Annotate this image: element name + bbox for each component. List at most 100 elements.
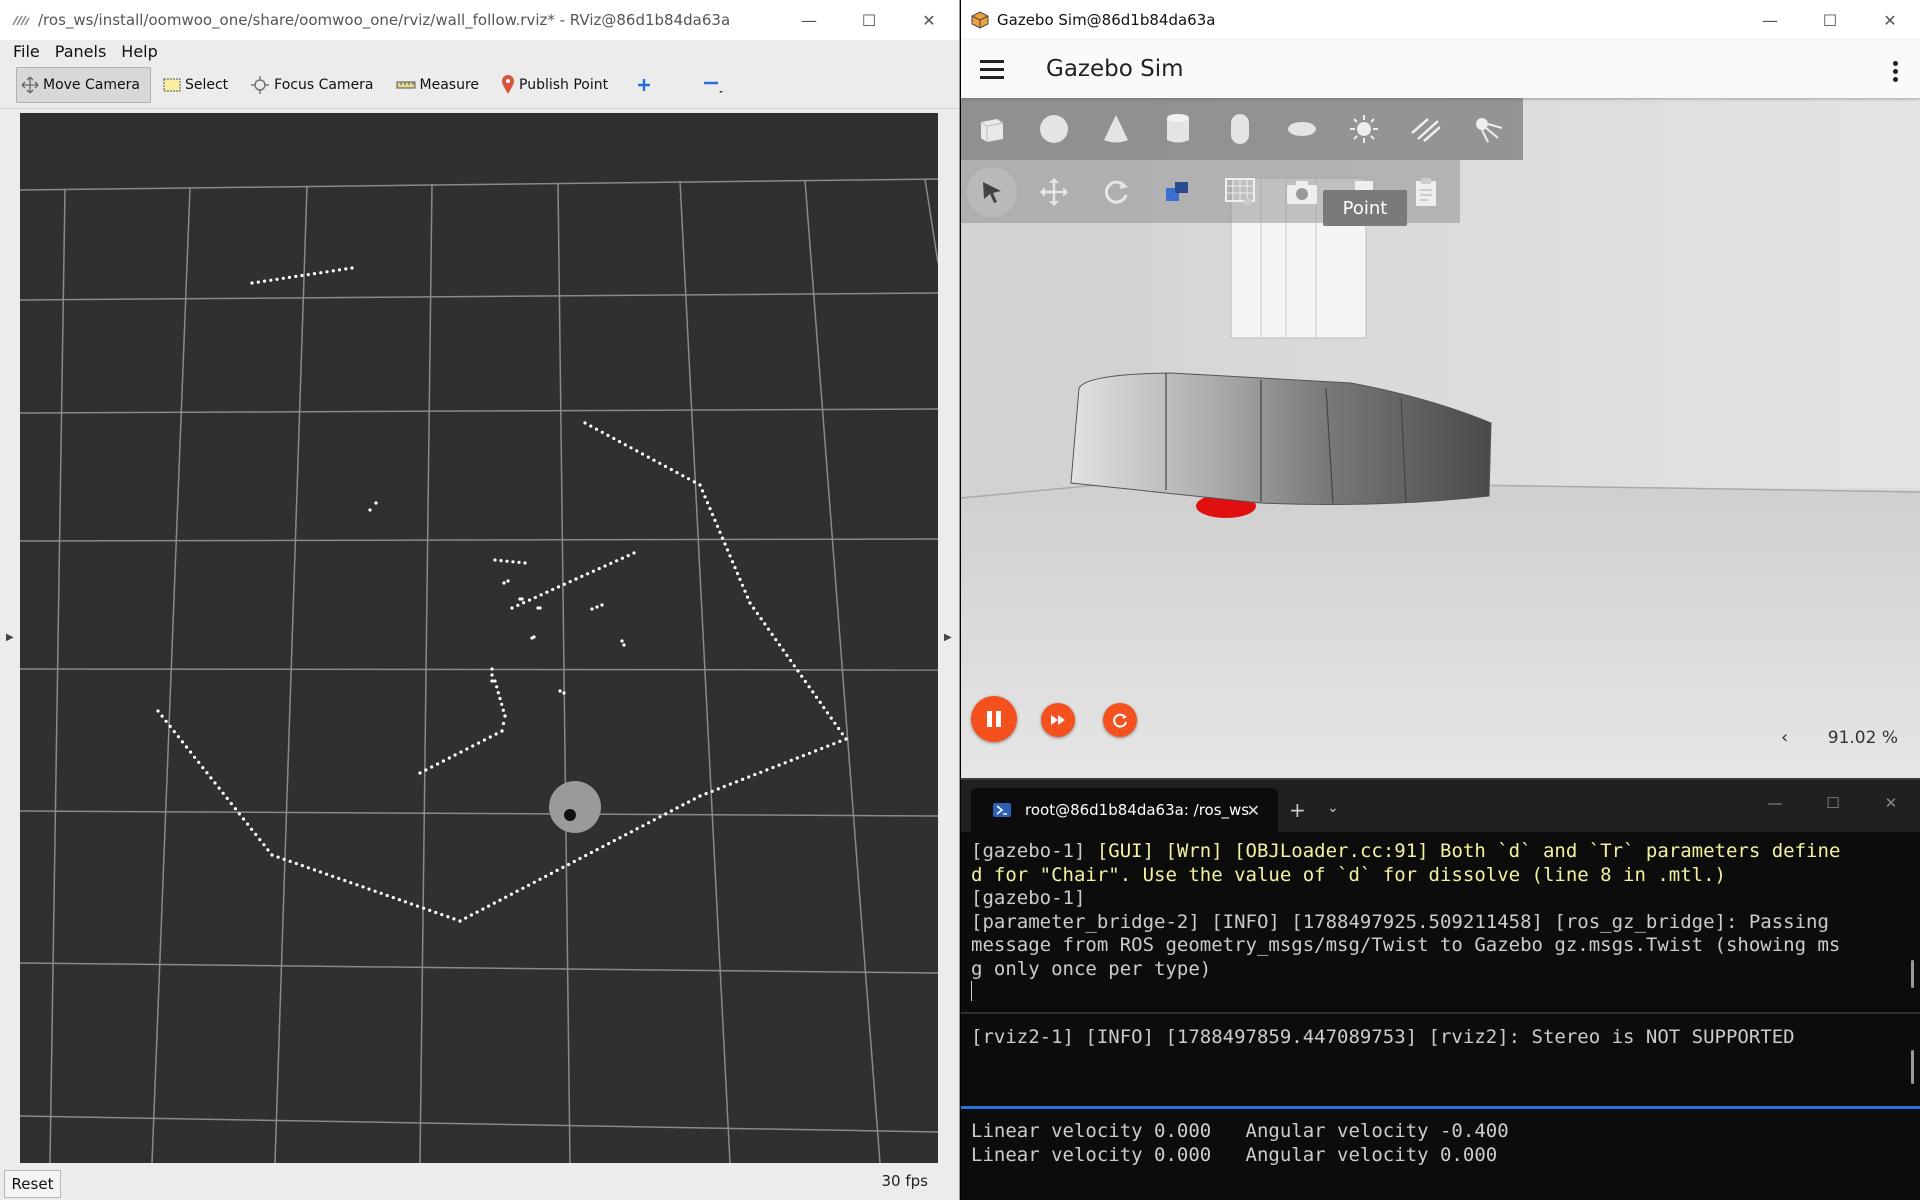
scan-point bbox=[189, 750, 193, 754]
reset-button[interactable]: Reset bbox=[4, 1170, 61, 1198]
spot-light-icon[interactable] bbox=[1457, 98, 1519, 160]
publish-point-tool[interactable]: Publish Point bbox=[497, 67, 618, 103]
terminal-close-button[interactable]: ✕ bbox=[1862, 780, 1920, 826]
scan-point bbox=[626, 554, 630, 558]
menu-help[interactable]: Help bbox=[121, 42, 157, 61]
focus-camera-tool[interactable]: Focus Camera bbox=[246, 67, 383, 103]
add-tool-button[interactable] bbox=[632, 67, 666, 103]
menu-file[interactable]: File bbox=[13, 42, 40, 61]
grid-icon[interactable] bbox=[1209, 161, 1271, 223]
scan-point bbox=[629, 830, 634, 834]
translate-icon[interactable] bbox=[1023, 161, 1085, 223]
pane-divider[interactable] bbox=[961, 1012, 1920, 1014]
terminal-pane-rviz[interactable]: [rviz2-1] [INFO] [1788497859.447089753] … bbox=[961, 1026, 1920, 1086]
scan-point bbox=[777, 643, 782, 647]
scan-point bbox=[681, 474, 685, 478]
measure-tool[interactable]: Measure bbox=[392, 67, 490, 103]
scan-point bbox=[241, 817, 246, 821]
rviz-maximize-button[interactable]: ☐ bbox=[839, 0, 899, 40]
scan-point bbox=[517, 560, 521, 564]
gazebo-close-button[interactable]: ✕ bbox=[1860, 0, 1920, 40]
more-options-icon[interactable] bbox=[1893, 58, 1898, 85]
scan-point bbox=[201, 766, 205, 770]
remove-tool-button[interactable] bbox=[698, 67, 738, 103]
terminal-tab[interactable]: root@86d1b84da63a: /ros_ws ✕ bbox=[971, 788, 1278, 832]
scan-point bbox=[368, 508, 372, 512]
scan-point bbox=[506, 579, 510, 583]
capsule-icon[interactable] bbox=[1209, 98, 1271, 160]
cone-icon[interactable] bbox=[1085, 98, 1147, 160]
measure-icon bbox=[396, 81, 416, 89]
step-forward-button[interactable] bbox=[1041, 703, 1075, 737]
scan-point bbox=[522, 601, 526, 605]
terminal-pane-teleop[interactable]: Linear velocity 0.000 Angular velocity -… bbox=[961, 1120, 1920, 1180]
ellipsoid-icon[interactable] bbox=[1271, 98, 1333, 160]
scan-point bbox=[409, 902, 414, 906]
select-mode-icon[interactable] bbox=[967, 166, 1017, 217]
select-tool[interactable]: Select bbox=[159, 67, 238, 103]
reset-world-button[interactable] bbox=[1103, 703, 1137, 737]
scan-point bbox=[424, 768, 428, 772]
left-panel-collapse-icon[interactable]: ▶ bbox=[6, 632, 14, 643]
terminal-pane-gazebo[interactable]: [gazebo-1] [GUI] [Wrn] [OBJLoader.cc:91]… bbox=[961, 840, 1920, 1001]
scan-point bbox=[275, 277, 279, 281]
scan-point bbox=[532, 880, 536, 884]
scan-point bbox=[487, 904, 491, 908]
terminal-maximize-button[interactable]: ☐ bbox=[1804, 780, 1862, 826]
active-pane-divider[interactable] bbox=[961, 1106, 1920, 1109]
rviz-close-button[interactable]: ✕ bbox=[899, 0, 959, 40]
scan-point bbox=[725, 548, 730, 552]
scan-point bbox=[716, 787, 720, 791]
select-label: Select bbox=[184, 77, 229, 93]
scan-point bbox=[829, 716, 833, 720]
scan-point bbox=[838, 739, 842, 744]
log-line: [gazebo-1] [GUI] [Wrn] [OBJLoader.cc:91]… bbox=[971, 840, 1841, 862]
scan-point bbox=[718, 530, 722, 534]
gazebo-maximize-button[interactable]: ☐ bbox=[1800, 0, 1860, 40]
focus-camera-icon bbox=[251, 76, 270, 94]
terminal-scrollbar[interactable] bbox=[1911, 1050, 1914, 1084]
rviz-titlebar[interactable]: /ros_ws/install/oomwoo_one/share/oomwoo_… bbox=[0, 0, 959, 40]
box-icon[interactable] bbox=[961, 98, 1023, 160]
scan-point bbox=[434, 910, 438, 915]
point-light-icon[interactable] bbox=[1333, 98, 1395, 160]
menu-panels[interactable]: Panels bbox=[55, 42, 107, 61]
scan-point bbox=[646, 455, 650, 459]
terminal-minimize-button[interactable]: — bbox=[1746, 780, 1804, 826]
scan-point bbox=[306, 866, 310, 870]
log-line: g only once per type) bbox=[971, 957, 1212, 980]
scan-point bbox=[607, 842, 611, 846]
scan-point bbox=[558, 689, 562, 693]
move-camera-tool[interactable]: Move Camera bbox=[16, 67, 151, 103]
rviz-minimize-button[interactable]: — bbox=[779, 0, 839, 40]
scan-point bbox=[574, 577, 578, 581]
cylinder-icon[interactable] bbox=[1147, 98, 1209, 160]
scan-point bbox=[615, 559, 619, 563]
sphere-icon[interactable] bbox=[1023, 98, 1085, 160]
scan-point bbox=[337, 876, 341, 881]
scan-point bbox=[609, 561, 613, 565]
rviz-3d-viewport[interactable] bbox=[20, 113, 938, 1163]
hamburger-menu-icon[interactable] bbox=[980, 55, 1004, 84]
gazebo-minimize-button[interactable]: — bbox=[1740, 0, 1800, 40]
stats-expand-chevron-icon[interactable]: ‹ bbox=[1781, 727, 1788, 748]
tab-dropdown-icon[interactable]: ⌄ bbox=[1327, 800, 1339, 816]
scan-point bbox=[720, 536, 725, 540]
transform-icon[interactable] bbox=[1147, 161, 1209, 223]
gazebo-titlebar[interactable]: Gazebo Sim@86d1b84da63a — ☐ ✕ bbox=[961, 0, 1920, 40]
right-panel-collapse-icon[interactable]: ▶ bbox=[944, 632, 952, 643]
scan-point bbox=[675, 471, 679, 475]
scan-point bbox=[622, 643, 626, 647]
close-tab-icon[interactable]: ✕ bbox=[1247, 801, 1260, 820]
scan-point bbox=[269, 278, 273, 282]
pause-button[interactable] bbox=[971, 696, 1017, 742]
scan-point bbox=[312, 272, 317, 276]
new-tab-button[interactable]: + bbox=[1289, 798, 1306, 822]
scan-point bbox=[465, 747, 469, 751]
rotate-icon[interactable] bbox=[1085, 161, 1147, 223]
scan-point bbox=[822, 706, 826, 710]
terminal-scrollbar[interactable] bbox=[1911, 960, 1914, 988]
fps-readout: 30 fps bbox=[881, 1172, 928, 1190]
terminal-tab-title: root@86d1b84da63a: /ros_ws bbox=[1025, 801, 1250, 819]
directional-light-icon[interactable] bbox=[1395, 98, 1457, 160]
